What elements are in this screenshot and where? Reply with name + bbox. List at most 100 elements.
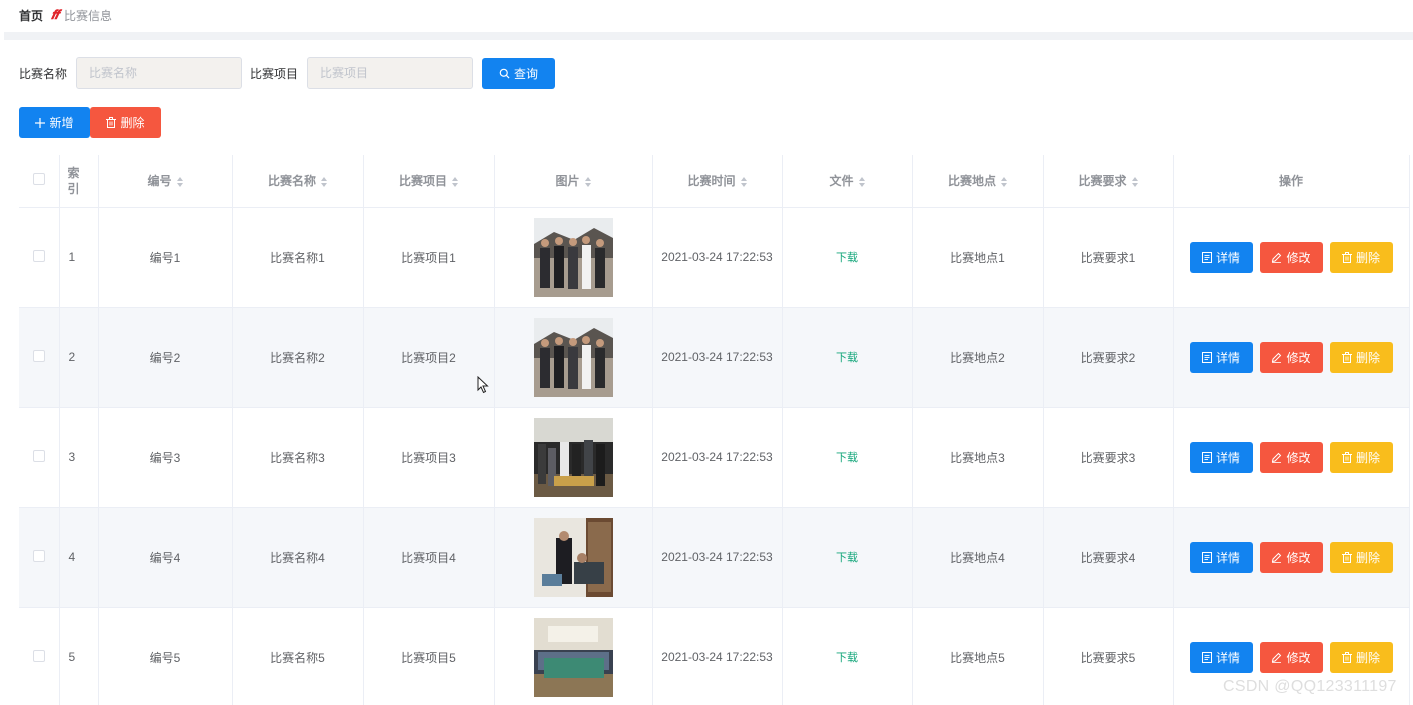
- search-icon: [499, 68, 510, 79]
- cell-file: 下载: [782, 207, 913, 308]
- column-header-requirement[interactable]: 比赛要求: [1043, 155, 1174, 208]
- document-icon: [1201, 651, 1212, 663]
- delete-button-label: 删除: [1355, 550, 1380, 565]
- competition-table: 索引 编号 比赛名称 比赛项目 图片 比赛时间 文件 比赛地点 比赛要求 操作 …: [19, 155, 1410, 705]
- cell-index: 1: [59, 207, 99, 308]
- competition-photo[interactable]: [533, 517, 613, 597]
- cell-code: 编号3: [98, 407, 233, 508]
- edit-button[interactable]: 修改: [1259, 441, 1323, 473]
- breadcrumb-separator-icon: 𝒇𝒇: [51, 7, 59, 22]
- table-row: 5 编号5 比赛名称5 比赛项目5 2021-03-24 17:22:53 下载 比赛地点5…: [19, 607, 1410, 705]
- batch-delete-button-label: 删除: [120, 116, 145, 130]
- detail-button[interactable]: 详情: [1189, 241, 1253, 273]
- sort-icon[interactable]: [452, 177, 458, 188]
- edit-button[interactable]: 修改: [1259, 341, 1323, 373]
- delete-button[interactable]: 删除: [1329, 241, 1393, 273]
- competition-photo[interactable]: [533, 317, 613, 397]
- cell-name: 比赛名称5: [232, 607, 364, 705]
- table-row: 1 编号1 比赛名称1 比赛项目1 2021-03-24 17:22:53 下载 比赛地点1…: [19, 207, 1410, 308]
- detail-button[interactable]: 详情: [1189, 541, 1253, 573]
- cell-file: 下载: [782, 307, 913, 408]
- detail-button[interactable]: 详情: [1189, 341, 1253, 373]
- column-header-image[interactable]: 图片: [494, 155, 653, 208]
- competition-time: 2021-03-24 17:22:53: [661, 250, 773, 264]
- cell-item: 比赛项目4: [363, 507, 495, 608]
- select-all-checkbox[interactable]: [32, 173, 45, 186]
- pencil-icon: [1271, 352, 1282, 363]
- cell-requirement: 比赛要求4: [1043, 507, 1174, 608]
- sort-icon[interactable]: [1131, 177, 1138, 188]
- cell-requirement: 比赛要求5: [1043, 607, 1174, 705]
- edit-button[interactable]: 修改: [1259, 541, 1323, 573]
- breadcrumb-current: 比赛信息: [63, 8, 112, 23]
- cell-actions: 详情 修改 删除: [1173, 307, 1410, 408]
- competition-name-input[interactable]: [76, 57, 243, 89]
- row-checkbox[interactable]: [32, 349, 45, 362]
- row-select-cell: [19, 607, 60, 705]
- delete-button[interactable]: 删除: [1329, 341, 1393, 373]
- delete-button[interactable]: 删除: [1329, 641, 1393, 673]
- cell-item: 比赛项目2: [363, 307, 495, 408]
- detail-button[interactable]: 详情: [1189, 641, 1253, 673]
- column-header-item[interactable]: 比赛项目: [363, 155, 495, 208]
- select-all-cell: [19, 155, 60, 208]
- cell-time: 2021-03-24 17:22:53: [652, 307, 783, 408]
- column-header-name[interactable]: 比赛名称: [232, 155, 364, 208]
- competition-item-input[interactable]: [307, 57, 474, 89]
- download-link[interactable]: 下载: [836, 452, 858, 464]
- sort-icon[interactable]: [858, 177, 865, 188]
- row-checkbox[interactable]: [32, 549, 45, 562]
- table-row: 2 编号2 比赛名称2 比赛项目2 2021-03-24 17:22:53 下载 比赛地点2…: [19, 307, 1410, 408]
- cell-file: 下载: [782, 507, 913, 608]
- delete-button[interactable]: 删除: [1329, 441, 1393, 473]
- row-checkbox[interactable]: [32, 449, 45, 462]
- edit-button[interactable]: 修改: [1259, 641, 1323, 673]
- download-link[interactable]: 下载: [836, 652, 858, 664]
- detail-button[interactable]: 详情: [1189, 441, 1253, 473]
- download-link[interactable]: 下载: [836, 552, 858, 564]
- edit-button[interactable]: 修改: [1259, 241, 1323, 273]
- competition-time: 2021-03-24 17:22:53: [661, 350, 773, 364]
- competition-name-label: 比赛名称: [19, 66, 68, 81]
- document-icon: [1201, 351, 1212, 363]
- cell-time: 2021-03-24 17:22:53: [652, 507, 783, 608]
- competition-photo[interactable]: [533, 417, 613, 497]
- sort-icon[interactable]: [584, 177, 591, 188]
- edit-button-label: 修改: [1286, 450, 1311, 465]
- column-header-time[interactable]: 比赛时间: [652, 155, 783, 208]
- row-checkbox[interactable]: [32, 249, 45, 262]
- competition-photo[interactable]: [533, 217, 613, 297]
- header-divider: [4, 32, 1413, 40]
- cell-place: 比赛地点3: [912, 407, 1044, 508]
- column-header-place[interactable]: 比赛地点: [912, 155, 1044, 208]
- cell-image: [494, 607, 653, 705]
- query-button[interactable]: 查询: [482, 57, 556, 89]
- cell-index: 4: [59, 507, 99, 608]
- competition-photo[interactable]: [533, 617, 613, 697]
- add-button[interactable]: 新增: [19, 107, 90, 138]
- download-link[interactable]: 下载: [836, 352, 858, 364]
- cell-name: 比赛名称2: [232, 307, 364, 408]
- cell-code: 编号5: [98, 607, 233, 705]
- sort-icon[interactable]: [740, 177, 747, 188]
- cell-requirement: 比赛要求1: [1043, 207, 1174, 308]
- delete-button[interactable]: 删除: [1329, 541, 1393, 573]
- table-row: 4 编号4 比赛名称4 比赛项目4 2021-03-24 17:22:53 下载 比赛地点4…: [19, 507, 1410, 608]
- row-checkbox[interactable]: [32, 649, 45, 662]
- delete-button-label: 删除: [1355, 450, 1380, 465]
- detail-button-label: 详情: [1215, 250, 1240, 265]
- download-link[interactable]: 下载: [836, 252, 858, 264]
- sort-icon[interactable]: [1001, 177, 1007, 188]
- competition-time: 2021-03-24 17:22:53: [661, 450, 773, 464]
- cell-index: 5: [59, 607, 99, 705]
- breadcrumb-home[interactable]: 首页: [19, 7, 43, 24]
- cell-place: 比赛地点2: [912, 307, 1044, 408]
- batch-delete-button[interactable]: 删除: [90, 107, 161, 138]
- action-bar: 新增 删除: [19, 107, 161, 138]
- cell-place: 比赛地点5: [912, 607, 1044, 705]
- sort-icon[interactable]: [176, 177, 183, 188]
- column-header-code[interactable]: 编号: [98, 155, 233, 208]
- column-header-file[interactable]: 文件: [782, 155, 913, 208]
- sort-icon[interactable]: [321, 177, 327, 188]
- detail-button-label: 详情: [1215, 550, 1240, 565]
